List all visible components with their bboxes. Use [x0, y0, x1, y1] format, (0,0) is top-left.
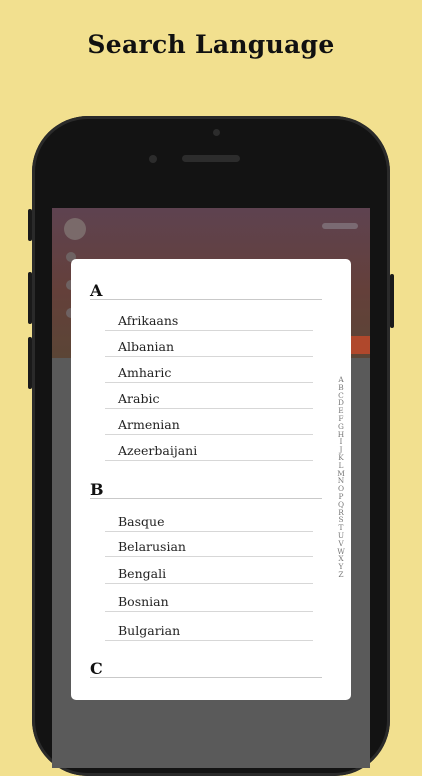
alphabet-index-bar[interactable]: ABCDEFGHIJKLMNOPQRSTUVWXYZ	[336, 376, 346, 579]
section-header-a: A	[90, 281, 103, 300]
item-divider	[105, 556, 313, 557]
language-item-armenian[interactable]: Armenian	[118, 417, 180, 432]
item-divider	[105, 408, 313, 409]
section-header-c: C	[90, 659, 103, 678]
earpiece-speaker	[182, 155, 240, 162]
side-button-volume-down	[28, 337, 32, 389]
side-button-volume-up	[28, 272, 32, 324]
front-camera	[149, 155, 157, 163]
language-item-bengali[interactable]: Bengali	[118, 566, 166, 581]
language-item-basque[interactable]: Basque	[118, 514, 165, 529]
language-item-albanian[interactable]: Albanian	[118, 339, 174, 354]
section-divider	[90, 677, 322, 678]
language-item-belarusian[interactable]: Belarusian	[118, 539, 186, 554]
item-divider	[105, 330, 313, 331]
language-item-azeerbaijani[interactable]: Azeerbaijani	[118, 443, 197, 458]
language-item-bosnian[interactable]: Bosnian	[118, 594, 169, 609]
section-header-b: B	[90, 480, 104, 499]
item-divider	[105, 583, 313, 584]
language-item-bulgarian[interactable]: Bulgarian	[118, 623, 180, 638]
item-divider	[105, 356, 313, 357]
item-divider	[105, 611, 313, 612]
section-divider	[90, 498, 322, 499]
item-divider	[105, 460, 313, 461]
item-divider	[105, 531, 313, 532]
header-label-placeholder	[322, 223, 358, 229]
language-item-amharic[interactable]: Amharic	[118, 365, 171, 380]
side-button-mute	[28, 209, 32, 241]
index-letter-z[interactable]: Z	[338, 571, 343, 579]
language-picker-modal: A Afrikaans Albanian Amharic Arabic Armenian A…	[71, 259, 351, 700]
item-divider	[105, 640, 313, 641]
front-sensor	[213, 129, 220, 136]
page-headline: Search Language	[87, 30, 335, 59]
avatar	[64, 218, 86, 240]
item-divider	[105, 382, 313, 383]
item-divider	[105, 434, 313, 435]
language-item-arabic[interactable]: Arabic	[118, 391, 159, 406]
side-button-power	[390, 274, 394, 328]
language-item-afrikaans[interactable]: Afrikaans	[118, 313, 178, 328]
section-divider	[90, 299, 322, 300]
